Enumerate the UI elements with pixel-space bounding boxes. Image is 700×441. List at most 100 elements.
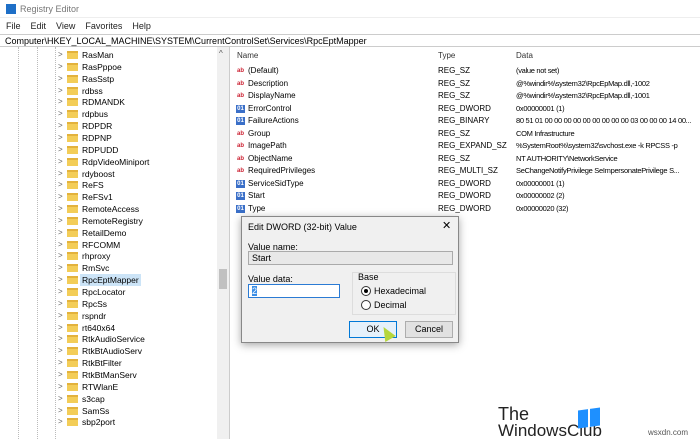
tree-item[interactable]: > RmSvc <box>56 262 216 274</box>
chevron-right-icon[interactable]: > <box>58 262 63 274</box>
tree-item[interactable]: > ReFS <box>56 179 216 191</box>
value-row[interactable]: 01 ErrorControl REG_DWORD 0x00000001 (1) <box>231 103 700 115</box>
menu-edit[interactable]: Edit <box>31 21 47 31</box>
value-row[interactable]: 01 FailureActions REG_BINARY 80 51 01 00 00… <box>231 115 700 127</box>
value-row[interactable]: ab Group REG_SZ COM Infrastructure <box>231 128 700 140</box>
chevron-right-icon[interactable]: > <box>58 191 63 203</box>
tree-item[interactable]: > RpcLocator <box>56 286 216 298</box>
column-type[interactable]: Type <box>438 51 455 60</box>
tree-item-label: RemoteAccess <box>82 204 140 215</box>
chevron-right-icon[interactable]: > <box>58 132 63 144</box>
column-data[interactable]: Data <box>516 51 533 60</box>
tree-item[interactable]: > RDPUDD <box>56 144 216 156</box>
address-bar[interactable]: Computer\HKEY_LOCAL_MACHINE\SYSTEM\Curre… <box>0 34 700 47</box>
string-value-icon: ab <box>236 93 244 99</box>
tree-item[interactable]: > RFCOMM <box>56 239 216 251</box>
tree-item[interactable]: > RasMan <box>56 49 216 61</box>
tree-item[interactable]: > RetailDemo <box>56 227 216 239</box>
chevron-right-icon[interactable]: > <box>58 405 63 417</box>
chevron-right-icon[interactable]: > <box>58 85 63 97</box>
tree-item-label: RasPppoe <box>82 61 122 72</box>
tree-item[interactable]: > sbp2port <box>56 416 216 428</box>
hexadecimal-radio[interactable]: Hexadecimal <box>361 285 451 297</box>
value-row[interactable]: ab ImagePath REG_EXPAND_SZ %SystemRoot%\sys… <box>231 140 700 152</box>
menu-favorites[interactable]: Favorites <box>85 21 122 31</box>
tree-item[interactable]: > RTWlanE <box>56 381 216 393</box>
tree-item[interactable]: > RtkBtAudioServ <box>56 345 216 357</box>
tree-item[interactable]: > RdpVideoMiniport <box>56 156 216 168</box>
tree-scrollbar[interactable]: ^ <box>217 47 229 439</box>
chevron-right-icon[interactable]: > <box>58 381 63 393</box>
chevron-right-icon[interactable]: > <box>58 250 63 262</box>
chevron-right-icon[interactable]: > <box>58 156 63 168</box>
tree-item[interactable]: > ReFSv1 <box>56 191 216 203</box>
value-name-field[interactable]: Start <box>248 251 453 265</box>
value-row[interactable]: 01 Type REG_DWORD 0x00000020 (32) <box>231 203 700 215</box>
chevron-right-icon[interactable]: > <box>58 203 63 215</box>
tree-item[interactable]: > RtkBtManServ <box>56 369 216 381</box>
tree-item[interactable]: > RtkAudioService <box>56 333 216 345</box>
chevron-right-icon[interactable]: > <box>58 96 63 108</box>
tree-item[interactable]: > RDMANDK <box>56 96 216 108</box>
chevron-right-icon[interactable]: > <box>58 73 63 85</box>
chevron-right-icon[interactable]: > <box>58 120 63 132</box>
tree-item[interactable]: > s3cap <box>56 393 216 405</box>
tree-item[interactable]: > RemoteAccess <box>56 203 216 215</box>
chevron-right-icon[interactable]: > <box>58 369 63 381</box>
chevron-right-icon[interactable]: > <box>58 227 63 239</box>
tree-item[interactable]: > RtkBtFilter <box>56 357 216 369</box>
tree-item[interactable]: > RpcSs <box>56 298 216 310</box>
menu-help[interactable]: Help <box>132 21 151 31</box>
chevron-right-icon[interactable]: > <box>58 239 63 251</box>
chevron-right-icon[interactable]: > <box>58 357 63 369</box>
chevron-right-icon[interactable]: > <box>58 179 63 191</box>
tree-item[interactable]: > RasPppoe <box>56 61 216 73</box>
tree-item[interactable]: > rhproxy <box>56 250 216 262</box>
value-row[interactable]: ab Description REG_SZ @%windir%\system32\Rp… <box>231 78 700 90</box>
value-row[interactable]: 01 ServiceSidType REG_DWORD 0x00000001 (1) <box>231 178 700 190</box>
tree-item[interactable]: > rdpbus <box>56 108 216 120</box>
tree-item[interactable]: > RasSstp <box>56 73 216 85</box>
value-data-input[interactable]: 2 <box>248 284 340 298</box>
tree-item[interactable]: > rspndr <box>56 310 216 322</box>
chevron-right-icon[interactable]: > <box>58 215 63 227</box>
menu-file[interactable]: File <box>6 21 21 31</box>
value-row[interactable]: ab DisplayName REG_SZ @%windir%\system32\Rp… <box>231 90 700 102</box>
chevron-right-icon[interactable]: > <box>58 416 63 428</box>
close-icon[interactable]: ✕ <box>442 219 451 232</box>
chevron-right-icon[interactable]: > <box>58 286 63 298</box>
tree-item[interactable]: > RpcEptMapper <box>56 274 216 287</box>
tree-item-label: ReFS <box>82 180 104 191</box>
folder-icon <box>67 347 78 356</box>
chevron-right-icon[interactable]: > <box>58 144 63 156</box>
chevron-right-icon[interactable]: > <box>58 108 63 120</box>
tree-item[interactable]: > RemoteRegistry <box>56 215 216 227</box>
chevron-right-icon[interactable]: > <box>58 298 63 310</box>
chevron-right-icon[interactable]: > <box>58 310 63 322</box>
tree-item[interactable]: > rt640x64 <box>56 322 216 334</box>
value-row[interactable]: ab (Default) REG_SZ (value not set) <box>231 65 700 77</box>
tree-item[interactable]: > RDPDR <box>56 120 216 132</box>
chevron-right-icon[interactable]: > <box>58 345 63 357</box>
decimal-radio[interactable]: Decimal <box>361 299 451 311</box>
chevron-right-icon[interactable]: > <box>58 49 63 61</box>
tree-item[interactable]: > rdbss <box>56 85 216 97</box>
chevron-right-icon[interactable]: > <box>58 274 63 286</box>
chevron-right-icon[interactable]: > <box>58 393 63 405</box>
value-row[interactable]: ab RequiredPrivileges REG_MULTI_SZ SeChange… <box>231 165 700 177</box>
chevron-right-icon[interactable]: > <box>58 61 63 73</box>
column-name[interactable]: Name <box>237 51 258 60</box>
tree-item[interactable]: > RDPNP <box>56 132 216 144</box>
chevron-right-icon[interactable]: > <box>58 322 63 334</box>
tree-item[interactable]: > rdyboost <box>56 168 216 180</box>
chevron-right-icon[interactable]: > <box>58 333 63 345</box>
chevron-right-icon[interactable]: > <box>58 168 63 180</box>
menu-view[interactable]: View <box>56 21 75 31</box>
tree-item-label: rhproxy <box>82 251 111 262</box>
cancel-button[interactable]: Cancel <box>405 321 453 338</box>
tree-item[interactable]: > SamSs <box>56 405 216 417</box>
value-row[interactable]: ab ObjectName REG_SZ NT AUTHORITY\NetworkSe… <box>231 153 700 165</box>
value-row[interactable]: 01 Start REG_DWORD 0x00000002 (2) <box>231 190 700 202</box>
folder-icon <box>67 181 78 190</box>
scroll-thumb[interactable] <box>219 269 227 289</box>
